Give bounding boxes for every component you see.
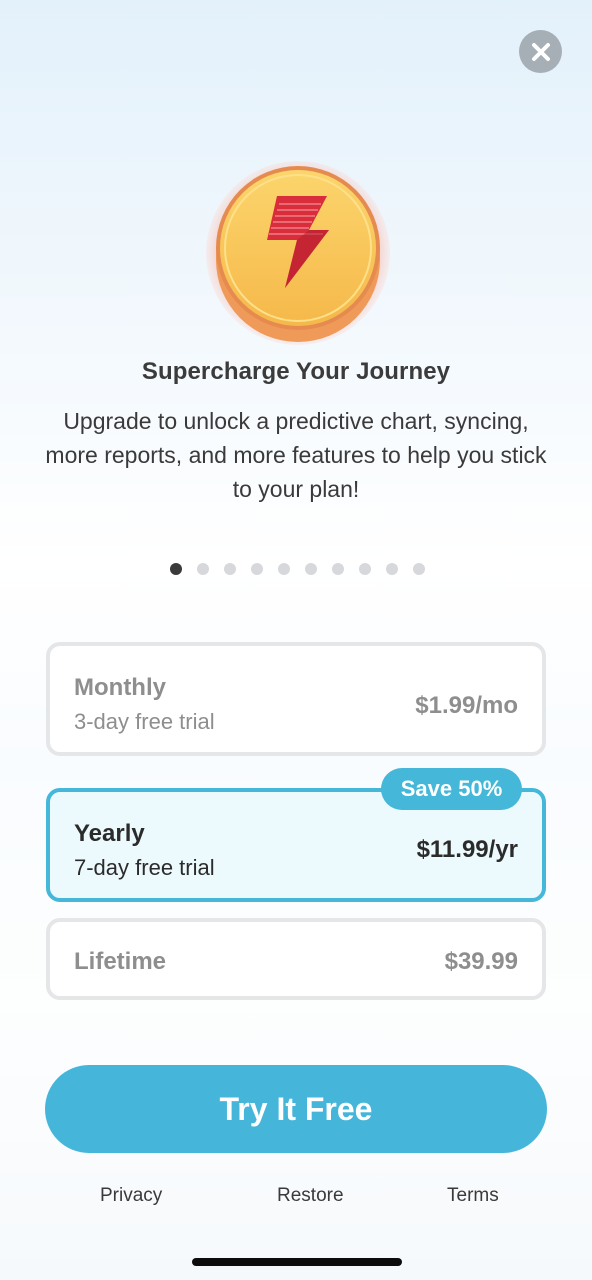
plan-price: $11.99/yr [416,836,518,863]
plan-option-monthly[interactable]: Monthly 3-day free trial $1.99/mo [46,642,546,756]
carousel-dot[interactable] [305,563,317,575]
plan-price: $1.99/mo [415,692,518,719]
restore-link[interactable]: Restore [277,1185,344,1207]
close-icon [530,41,552,63]
carousel-dot[interactable] [170,563,182,575]
carousel-page-indicator[interactable] [170,563,425,575]
savings-badge: Save 50% [381,768,522,810]
privacy-link[interactable]: Privacy [100,1185,162,1207]
plan-name: Yearly [74,820,145,847]
carousel-dot[interactable] [413,563,425,575]
plan-name: Lifetime [74,948,167,975]
carousel-dot[interactable] [224,563,236,575]
home-indicator [192,1258,402,1266]
plan-name: Monthly [74,674,166,701]
plan-trial: 7-day free trial [74,855,215,880]
close-button[interactable] [519,30,562,73]
carousel-dot[interactable] [332,563,344,575]
carousel-dot[interactable] [386,563,398,575]
plan-trial: 3-day free trial [74,709,215,734]
plan-price: $39.99 [444,948,518,975]
page-subtitle: Upgrade to unlock a predictive chart, sy… [45,408,547,502]
carousel-dot[interactable] [197,563,209,575]
carousel-dot[interactable] [278,563,290,575]
plan-option-lifetime[interactable]: Lifetime $39.99 [46,918,546,1000]
terms-link[interactable]: Terms [447,1185,499,1207]
carousel-dot[interactable] [251,563,263,575]
try-it-free-button[interactable]: Try It Free [45,1065,547,1153]
lightning-coin-icon [205,160,391,346]
carousel-dot[interactable] [359,563,371,575]
page-title: Supercharge Your Journey [141,358,451,385]
